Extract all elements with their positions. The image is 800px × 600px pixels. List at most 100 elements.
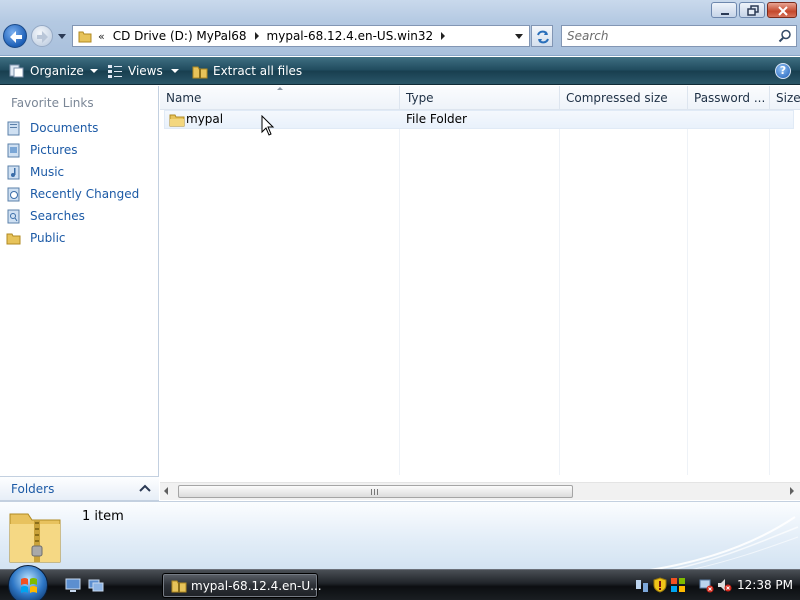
taskbar-window-label: mypal-68.12.4.en-U... [191, 579, 322, 593]
favorite-link-label: Recently Changed [30, 187, 140, 201]
favorite-link-music[interactable]: Music [6, 163, 64, 181]
sort-ascending-icon [277, 87, 283, 90]
address-overflow-chevron[interactable]: « [98, 30, 105, 43]
taskbar-window-button[interactable]: mypal-68.12.4.en-U... [162, 573, 322, 598]
horizontal-scrollbar[interactable] [160, 482, 800, 500]
scroll-left-arrow-icon[interactable] [164, 487, 168, 495]
zip-folder-icon [171, 580, 187, 593]
breadcrumb-arrow-icon[interactable] [254, 32, 259, 40]
back-button[interactable] [3, 24, 27, 48]
breadcrumb-cd-drive[interactable]: CD Drive (D:) MyPal68 [113, 29, 247, 43]
public-folder-icon [6, 233, 21, 245]
recent-pages-dropdown[interactable] [57, 31, 67, 41]
file-list: Name Type Compressed size Password ... S… [160, 86, 800, 501]
forward-button[interactable] [31, 25, 53, 47]
back-arrow-icon [10, 31, 22, 43]
start-button[interactable] [8, 565, 48, 600]
help-button[interactable]: ? [775, 63, 791, 79]
show-desktop-icon[interactable] [65, 577, 81, 593]
views-icon [108, 65, 122, 78]
organize-label: Organize [30, 64, 84, 78]
organize-icon [9, 64, 24, 78]
organize-dropdown-icon [89, 69, 98, 73]
switch-windows-icon[interactable] [88, 577, 104, 593]
column-size[interactable]: Size [770, 86, 800, 110]
views-dropdown-icon[interactable] [171, 69, 179, 73]
item-count: 1 item [82, 509, 124, 524]
column-header: Name Type Compressed size Password ... S… [160, 86, 800, 110]
favorite-link-public[interactable]: Public [6, 229, 66, 247]
decorative-swoosh [649, 516, 799, 569]
folder-icon [169, 114, 185, 127]
folder-icon [78, 31, 92, 43]
address-dropdown-icon[interactable] [515, 34, 523, 39]
views-label: Views [128, 64, 163, 78]
favorite-link-documents[interactable]: Documents [6, 119, 98, 137]
breadcrumb-arrow-icon[interactable] [441, 32, 446, 40]
network-disconnected-icon[interactable] [698, 577, 714, 593]
column-divider [769, 110, 770, 475]
search-icon[interactable] [778, 29, 792, 43]
favorite-link-label: Music [30, 165, 65, 179]
favorite-link-pictures[interactable]: Pictures [6, 141, 78, 159]
extract-all-files-label: Extract all files [213, 64, 303, 78]
favorite-link-label: Searches [30, 209, 85, 223]
scrollbar-thumb[interactable] [178, 485, 573, 498]
pictures-icon [7, 143, 20, 158]
refresh-icon [537, 30, 549, 44]
searches-icon [7, 209, 20, 224]
favorite-link-label: Documents [30, 121, 99, 135]
breadcrumb-mypal-folder[interactable]: mypal-68.12.4.en-US.win32 [267, 29, 434, 43]
favorite-link-searches[interactable]: Searches [6, 207, 85, 225]
forward-arrow-icon [37, 31, 48, 43]
file-name: mypal [186, 112, 224, 126]
close-icon [778, 6, 788, 16]
windows-logo-icon [21, 578, 37, 593]
taskbar: mypal-68.12.4.en-U... 12:38 PM [0, 565, 800, 600]
favorite-link-label: Public [30, 231, 66, 245]
minimize-icon [721, 13, 729, 15]
title-bar: « CD Drive (D:) MyPal68 mypal-68.12.4.en… [0, 0, 800, 56]
details-pane: 1 item [0, 501, 800, 569]
search-input[interactable] [564, 27, 772, 45]
chevron-up-icon[interactable] [139, 484, 151, 494]
minimize-button[interactable] [711, 2, 737, 18]
zip-folder-icon [192, 66, 208, 79]
windows-update-icon[interactable] [670, 577, 686, 593]
refresh-button[interactable] [531, 25, 553, 47]
favorite-link-recently-changed[interactable]: Recently Changed [6, 185, 139, 203]
recently-changed-icon [7, 187, 20, 202]
command-bar: Organize Views Extract all files ? [0, 57, 800, 85]
search-box[interactable] [561, 25, 797, 47]
zip-folder-large-icon [9, 513, 61, 563]
close-button[interactable] [767, 2, 797, 18]
organize-button[interactable]: Organize [9, 62, 98, 80]
column-divider [687, 110, 688, 475]
address-bar[interactable]: « CD Drive (D:) MyPal68 mypal-68.12.4.en… [72, 25, 530, 47]
favorite-link-label: Pictures [30, 143, 78, 157]
restore-icon [747, 5, 759, 16]
network-tray-icon[interactable] [634, 577, 650, 593]
folders-bar[interactable]: Folders [0, 476, 159, 501]
file-row-mypal[interactable]: mypal File Folder [164, 110, 794, 129]
column-type[interactable]: Type [400, 86, 560, 110]
column-divider [559, 110, 560, 475]
security-shield-icon[interactable] [652, 577, 668, 593]
views-button[interactable]: Views [107, 62, 163, 80]
documents-icon [7, 121, 20, 136]
navigation-pane: Favorite Links Documents Pictures Music … [0, 86, 159, 501]
volume-muted-icon[interactable] [716, 577, 732, 593]
column-password[interactable]: Password ... [688, 86, 770, 110]
column-compressed-size[interactable]: Compressed size [560, 86, 688, 110]
music-icon [7, 165, 20, 180]
clock[interactable]: 12:38 PM [737, 578, 793, 592]
folders-label: Folders [11, 482, 55, 496]
file-type: File Folder [406, 112, 467, 126]
mouse-cursor-icon [261, 115, 275, 136]
favorite-links-heading: Favorite Links [11, 96, 94, 110]
column-divider [399, 110, 400, 475]
maximize-button[interactable] [739, 2, 765, 18]
scroll-grip-icon [371, 489, 378, 495]
extract-all-files-button[interactable]: Extract all files [192, 62, 302, 80]
scroll-right-arrow-icon[interactable] [790, 487, 794, 495]
